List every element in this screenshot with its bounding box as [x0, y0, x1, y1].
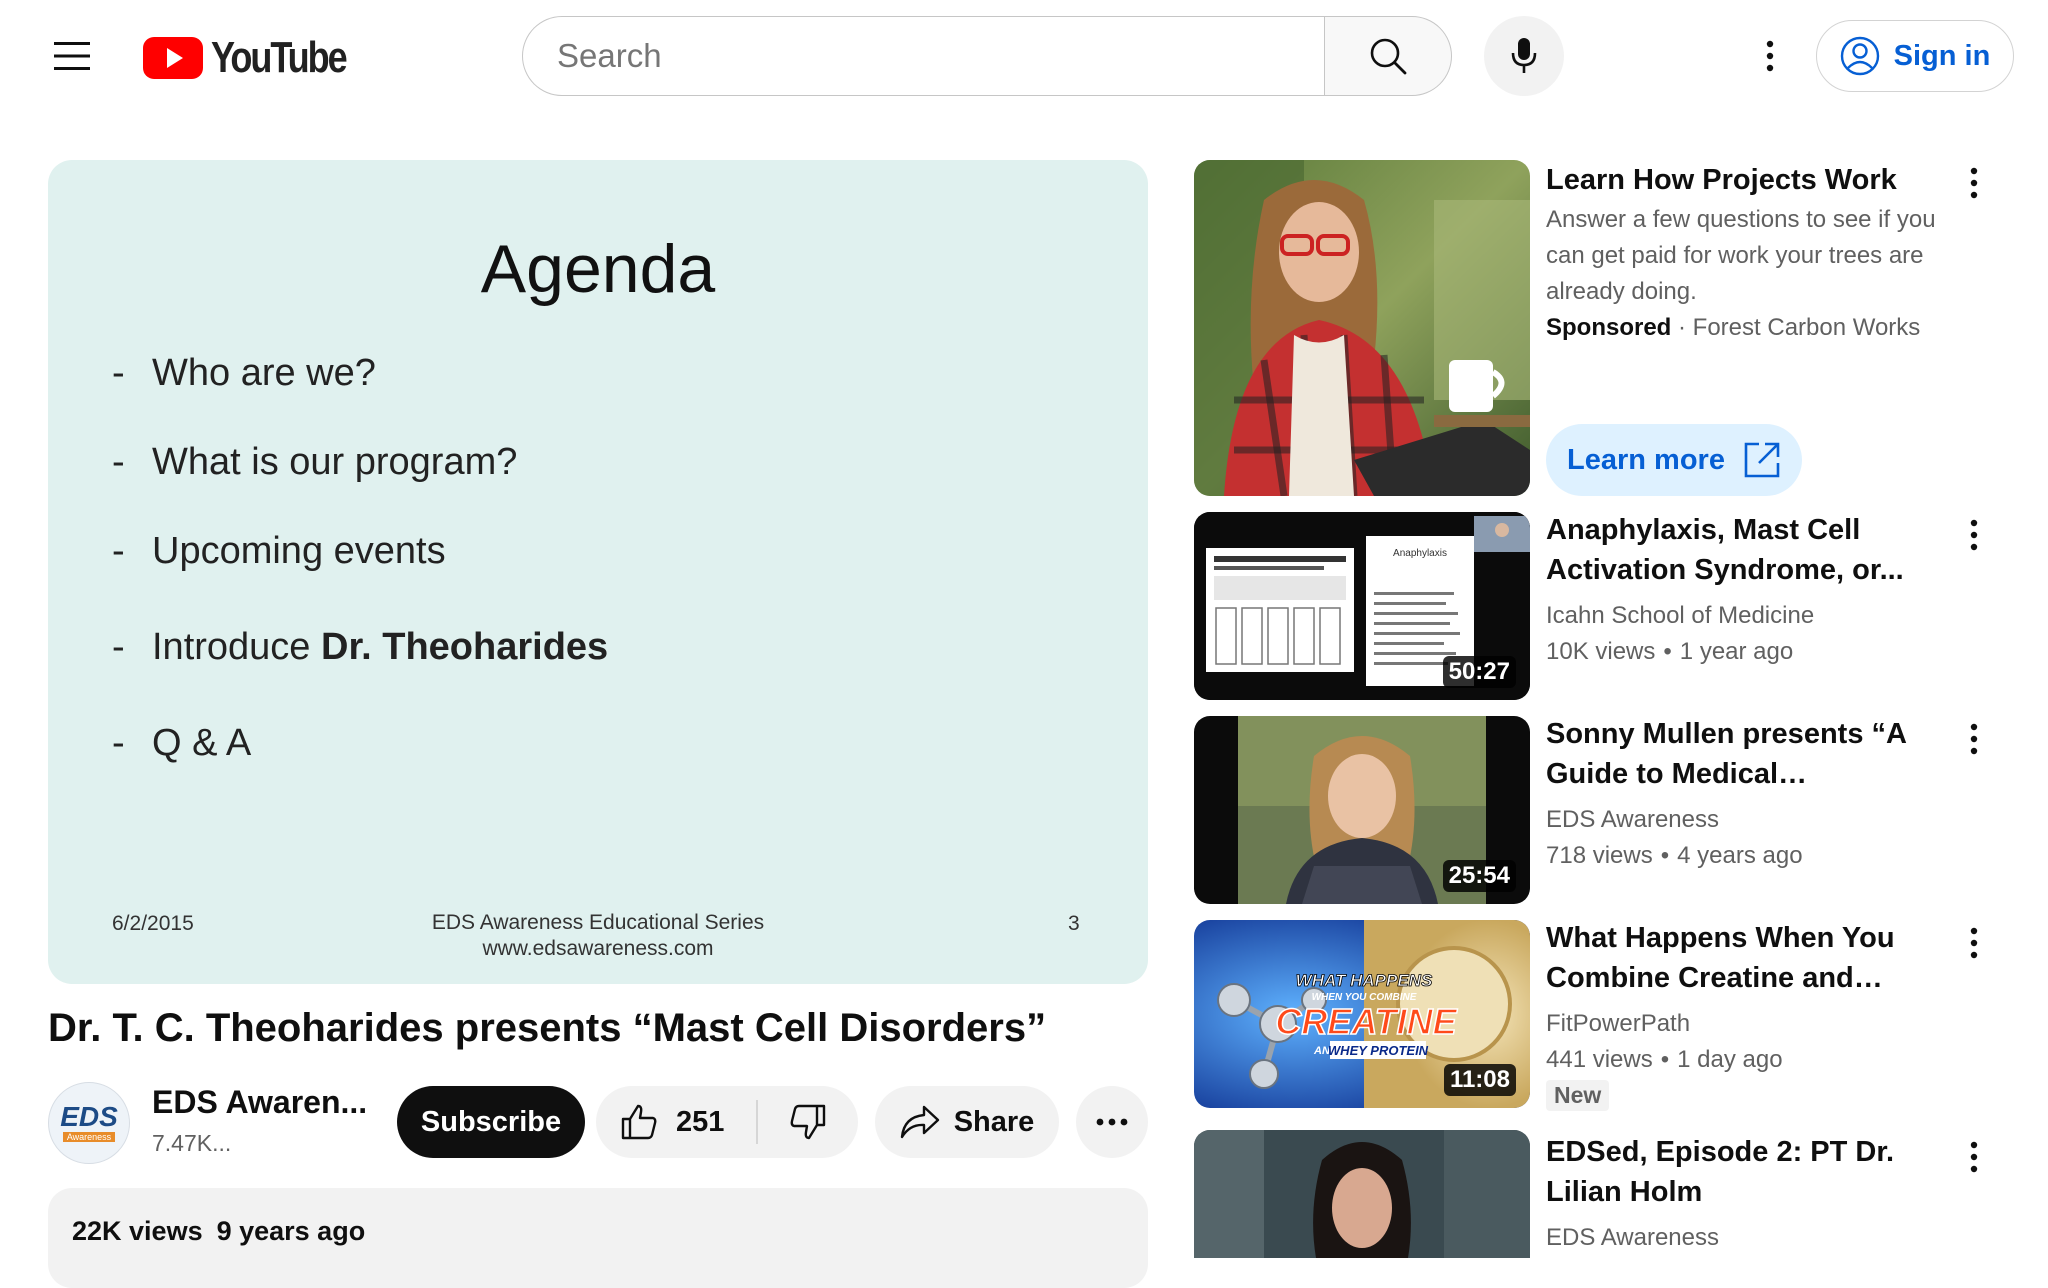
video-title: Dr. T. C. Theoharides presents “Mast Cel… [48, 1006, 1047, 1050]
new-badge: New [1546, 1080, 1610, 1111]
video-stats: 22K views 9 years ago [72, 1216, 365, 1247]
svg-text:WHAT HAPPENS: WHAT HAPPENS [1296, 971, 1433, 990]
advertiser-name: Forest Carbon Works [1692, 314, 1921, 341]
external-link-icon [1744, 442, 1780, 478]
ad-thumbnail[interactable] [1194, 160, 1530, 496]
video-menu-button[interactable] [1954, 510, 1994, 560]
video-stats: 10K views • 1 year ago [1546, 638, 1794, 665]
search-box [522, 16, 1324, 96]
video-channel[interactable]: EDS Awareness [1546, 1220, 1956, 1256]
slide-bullet: -Q & A [112, 722, 252, 764]
video-channel[interactable]: EDS Awareness [1546, 802, 1956, 838]
video-info: Anaphylaxis, Mast Cell Activation Syndro… [1546, 510, 1956, 670]
channel-avatar[interactable]: EDS Awareness [48, 1082, 130, 1164]
slide-bullet: - What is our program? [112, 441, 518, 483]
subscriber-count: 7.47K... [152, 1130, 232, 1156]
ad-image [1194, 160, 1530, 496]
slide-bullet: - Introduce Dr. Theoharides [112, 626, 609, 668]
slide-title: Agenda [480, 231, 716, 307]
video-title-link[interactable]: Anaphylaxis, Mast Cell Activation Syndro… [1546, 510, 1956, 590]
upload-age: 9 years ago [216, 1216, 366, 1246]
dislike-button[interactable] [758, 1086, 858, 1158]
settings-menu-button[interactable] [1740, 26, 1800, 86]
slide-bullet: - Who are we? [112, 352, 376, 394]
video-title-link[interactable]: EDSed, Episode 2: PT Dr. Lilian Holm [1546, 1132, 1956, 1212]
sponsored-label: Sponsored [1546, 314, 1672, 341]
ad-title[interactable]: Learn How Projects Work [1546, 160, 1956, 200]
more-horiz-icon [1096, 1118, 1128, 1126]
like-button[interactable]: 251 [596, 1086, 756, 1158]
more-actions-button[interactable] [1076, 1086, 1148, 1158]
more-vert-icon [1970, 167, 1978, 199]
video-thumbnail[interactable]: Anaphylaxis 50:27 [1194, 512, 1530, 700]
search-button[interactable] [1324, 16, 1452, 96]
view-count: 22K views [72, 1216, 203, 1246]
video-menu-button[interactable] [1954, 918, 1994, 968]
ad-info: Learn How Projects Work Answer a few que… [1546, 160, 1956, 346]
thumbnail-image [1194, 1130, 1530, 1258]
learn-more-label: Learn more [1567, 443, 1725, 476]
video-duration: 25:54 [1442, 860, 1516, 892]
share-icon [900, 1105, 939, 1139]
svg-text:Anaphylaxis: Anaphylaxis [1393, 548, 1447, 559]
video-channel[interactable]: FitPowerPath [1546, 1006, 1956, 1042]
guide-menu-button[interactable] [40, 24, 104, 88]
masthead: YouTube Sign in [0, 0, 2048, 112]
voice-search-button[interactable] [1484, 16, 1564, 96]
youtube-play-icon [143, 37, 203, 79]
video-info: EDSed, Episode 2: PT Dr. Lilian Holm EDS… [1546, 1132, 1956, 1256]
video-menu-button[interactable] [1954, 1132, 1994, 1182]
svg-text:CREATINE: CREATINE [1275, 1001, 1457, 1042]
video-duration: 50:27 [1442, 656, 1516, 688]
sign-in-button[interactable]: Sign in [1816, 20, 2014, 92]
ad-description: Answer a few questions to see if you can… [1546, 206, 1936, 305]
video-stats: 441 views • 1 day ago [1546, 1046, 1783, 1073]
video-duration: 11:08 [1443, 1064, 1516, 1096]
more-vert-icon [1970, 927, 1978, 959]
video-thumbnail[interactable] [1194, 1130, 1530, 1258]
video-info: Sonny Mullen presents “A Guide to Medica… [1546, 714, 1956, 874]
video-player[interactable]: Agenda - Who are we? - What is our program… [48, 160, 1148, 984]
microphone-icon [1511, 38, 1537, 73]
more-vert-icon [1970, 723, 1978, 755]
hamburger-icon [54, 42, 90, 70]
slide-series: EDS Awareness Educational Series www.eds… [431, 911, 765, 960]
video-stats: 718 views • 4 years ago [1546, 842, 1803, 869]
video-title-link[interactable]: Sonny Mullen presents “A Guide to Medica… [1546, 714, 1956, 794]
like-count: 251 [676, 1105, 725, 1138]
search-icon [1370, 38, 1407, 75]
video-info: What Happens When You Combine Creatine a… [1546, 918, 1956, 1111]
like-dislike-group: 251 [596, 1086, 858, 1158]
logo-wordmark: YouTube [211, 33, 348, 82]
description-box[interactable]: 22K views 9 years ago [48, 1188, 1148, 1288]
slide-page-number: 3 [1068, 912, 1080, 935]
subscribe-button[interactable]: Subscribe [397, 1086, 585, 1158]
video-title-link[interactable]: What Happens When You Combine Creatine a… [1546, 918, 1956, 998]
video-thumbnail[interactable]: WHAT HAPPENS WHEN YOU COMBINE CREATINE A… [1194, 920, 1530, 1108]
svg-text:WHEY PROTEIN: WHEY PROTEIN [1328, 1043, 1429, 1058]
more-vert-icon [1766, 40, 1774, 72]
share-label: Share [953, 1105, 1035, 1138]
thumbs-up-icon [621, 1104, 657, 1140]
search-bar [522, 16, 1452, 96]
more-vert-icon [1970, 1141, 1978, 1173]
ad-sponsor-line: Sponsored · Forest Carbon Works [1546, 314, 1921, 341]
slide-bullet: - Upcoming events [112, 530, 446, 572]
more-vert-icon [1970, 519, 1978, 551]
account-icon [1840, 36, 1879, 76]
sign-in-label: Sign in [1893, 39, 1991, 72]
video-channel[interactable]: Icahn School of Medicine [1546, 598, 1956, 634]
youtube-logo[interactable]: YouTube [143, 33, 375, 83]
ad-menu-button[interactable] [1954, 158, 1994, 208]
share-button[interactable]: Share [875, 1086, 1059, 1158]
thumbs-down-icon [790, 1104, 826, 1140]
learn-more-button[interactable]: Learn more [1546, 424, 1802, 496]
video-thumbnail[interactable]: 25:54 [1194, 716, 1530, 904]
channel-name[interactable]: EDS Awaren... [152, 1084, 367, 1121]
search-input[interactable] [555, 36, 1324, 76]
video-menu-button[interactable] [1954, 714, 1994, 764]
